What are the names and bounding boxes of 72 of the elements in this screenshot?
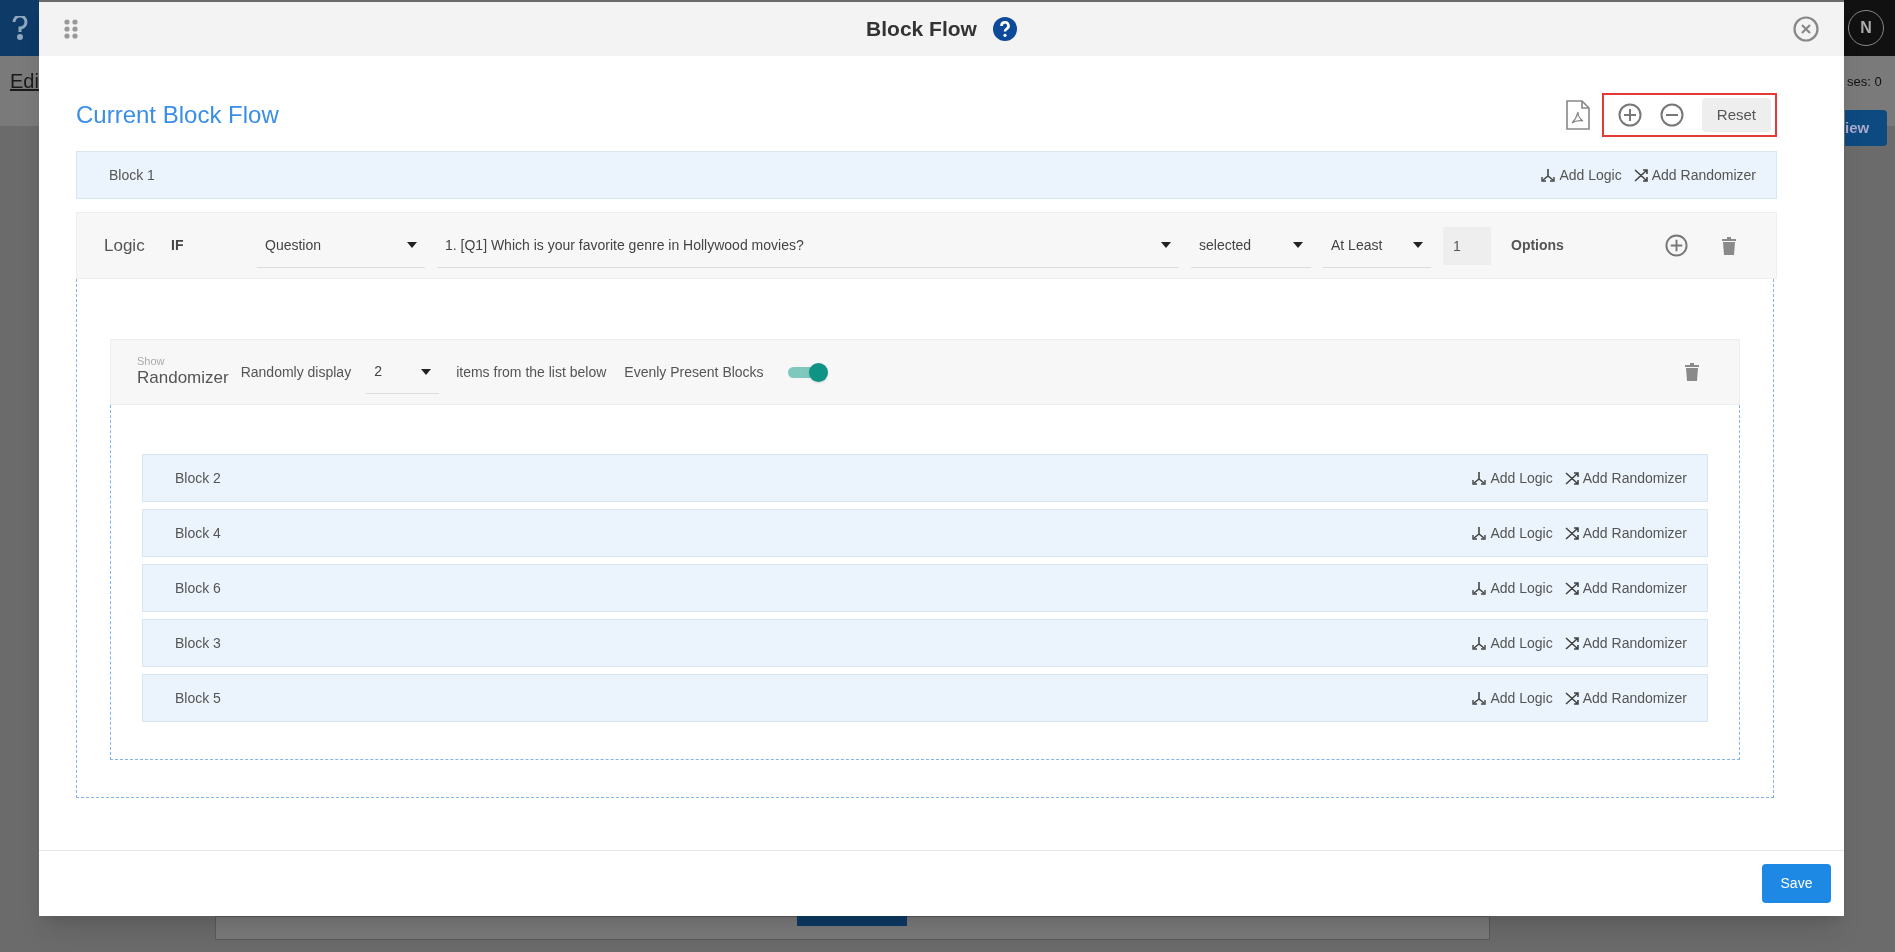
add-logic-link[interactable]: Add Logic (1472, 577, 1553, 599)
zoom-in-icon[interactable] (1617, 103, 1642, 127)
drag-handle-icon[interactable] (64, 19, 78, 39)
zoom-out-icon[interactable] (1659, 103, 1684, 127)
add-randomizer-link[interactable]: Add Randomizer (1633, 164, 1756, 186)
quantifier-dropdown[interactable]: At Least (1323, 223, 1431, 268)
section-heading: Current Block Flow (76, 100, 279, 130)
randomly-display-text: Randomly display (240, 362, 352, 382)
show-caption: Show (137, 355, 166, 367)
block-label: Block 6 (175, 578, 221, 598)
toggle-switch[interactable] (787, 362, 828, 382)
branch-icon (1472, 471, 1487, 485)
block-label: Block 2 (175, 468, 221, 488)
caret-icon (1161, 242, 1171, 248)
caret-icon (421, 368, 432, 375)
items-text: items from the list below (456, 362, 607, 382)
block-row[interactable]: Block 2 Add Logic Add Randomizer (142, 454, 1708, 502)
branch-icon (1472, 691, 1487, 705)
pdf-file-icon[interactable] (1565, 100, 1590, 130)
add-randomizer-link[interactable]: Add Randomizer (1564, 467, 1687, 489)
count-field[interactable]: 1 (1443, 226, 1491, 265)
add-logic-link[interactable]: Add Logic (1472, 467, 1553, 489)
block-row[interactable]: Block 4 Add Logic Add Randomizer (142, 509, 1708, 557)
source-dropdown[interactable]: Question (257, 223, 425, 268)
add-logic-link[interactable]: Add Logic (1472, 632, 1553, 654)
caret-icon (407, 242, 417, 248)
add-logic-link[interactable]: Add Logic (1541, 164, 1622, 186)
count-dropdown[interactable]: 2 (366, 350, 440, 394)
question-dropdown[interactable]: 1. [Q1] Which is your favorite genre in Hollywood movies? (437, 223, 1179, 268)
block-label: Block 5 (175, 688, 221, 708)
save-button[interactable]: Save (1762, 864, 1831, 903)
reset-button[interactable]: Reset (1701, 98, 1771, 132)
caret-icon (1413, 242, 1423, 248)
shuffle-icon (1564, 471, 1579, 485)
trash-icon[interactable] (1685, 363, 1699, 381)
logo-icon (11, 16, 28, 40)
add-logic-link[interactable]: Add Logic (1472, 522, 1553, 544)
shuffle-icon (1633, 168, 1648, 182)
caret-icon (1293, 242, 1303, 248)
evenly-present-label: Evenly Present Blocks (624, 362, 764, 382)
view-button[interactable]: iew (1845, 110, 1887, 146)
counter-text: ses: 0 (1847, 73, 1882, 91)
condition-dropdown[interactable]: selected (1191, 223, 1311, 268)
block-label: Block 3 (175, 633, 221, 653)
logic-label: Logic (104, 234, 146, 257)
branch-icon (1541, 168, 1556, 182)
close-icon[interactable] (1793, 16, 1819, 42)
shuffle-icon (1564, 581, 1579, 595)
help-icon[interactable] (992, 17, 1017, 41)
add-randomizer-link[interactable]: Add Randomizer (1564, 632, 1687, 654)
add-randomizer-link[interactable]: Add Randomizer (1564, 577, 1687, 599)
add-randomizer-link[interactable]: Add Randomizer (1564, 687, 1687, 709)
block-row[interactable]: Block 3 Add Logic Add Randomizer (142, 619, 1708, 667)
dialog-title: Block Flow (866, 16, 977, 43)
if-keyword: IF (171, 236, 185, 255)
branch-icon (1472, 636, 1487, 650)
branch-icon (1472, 526, 1487, 540)
options-label: Options (1511, 236, 1564, 255)
add-logic-link[interactable]: Add Logic (1472, 687, 1553, 709)
block-row[interactable]: Block 6 Add Logic Add Randomizer (142, 564, 1708, 612)
block-label: Block 4 (175, 523, 221, 543)
shuffle-icon (1564, 636, 1579, 650)
block-row[interactable]: Block 5 Add Logic Add Randomizer (142, 674, 1708, 722)
block-label: Block 1 (109, 165, 155, 185)
shuffle-icon (1564, 526, 1579, 540)
add-randomizer-link[interactable]: Add Randomizer (1564, 522, 1687, 544)
block-row[interactable]: Block 1 Add Logic Add Randomizer (76, 151, 1777, 199)
branch-icon (1472, 581, 1487, 595)
trash-icon[interactable] (1722, 236, 1736, 255)
randomizer-label: Randomizer (137, 367, 229, 389)
shuffle-icon (1564, 691, 1579, 705)
add-icon[interactable] (1665, 234, 1688, 257)
